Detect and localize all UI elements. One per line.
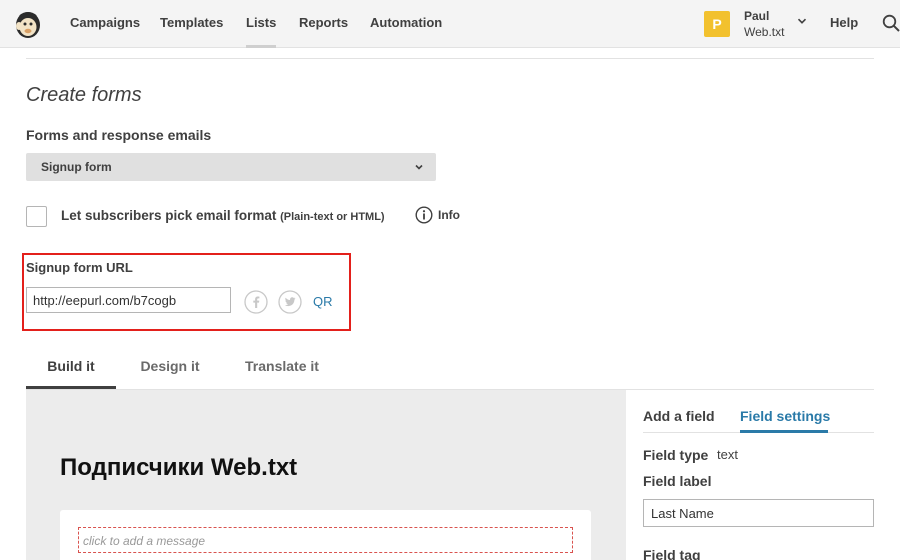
builder-tabs: Build it Design it Translate it xyxy=(26,348,874,390)
twitter-icon[interactable] xyxy=(278,290,302,314)
facebook-icon[interactable] xyxy=(244,290,268,314)
chevron-down-icon xyxy=(415,164,423,170)
add-message-field[interactable]: click to add a message xyxy=(78,527,573,553)
forms-label: Forms and response emails xyxy=(26,127,212,143)
field-tag-label: Field tag xyxy=(643,547,701,560)
avatar: P xyxy=(704,11,730,37)
nav-reports[interactable]: Reports xyxy=(299,0,348,48)
nav-templates[interactable]: Templates xyxy=(160,0,223,48)
nav-campaigns[interactable]: Campaigns xyxy=(70,0,140,48)
field-label-input[interactable] xyxy=(643,499,874,527)
tab-field-settings[interactable]: Field settings xyxy=(740,408,830,424)
user-name: Paul xyxy=(744,9,770,23)
mailchimp-logo[interactable] xyxy=(12,8,44,40)
nav-lists[interactable]: Lists xyxy=(246,0,277,48)
form-type-select-value: Signup form xyxy=(41,160,112,174)
user-organization: Web.txt xyxy=(744,25,785,39)
tab-build-it[interactable]: Build it xyxy=(26,348,116,389)
search-icon[interactable] xyxy=(882,14,900,32)
divider xyxy=(26,58,874,59)
form-header-title[interactable]: Подписчики Web.txt xyxy=(60,454,297,482)
page-title: Create forms xyxy=(26,84,142,106)
info-link[interactable]: Info xyxy=(438,208,460,222)
form-card: click to add a message xyxy=(60,510,591,560)
email-format-hint: (Plain-text or HTML) xyxy=(280,211,385,223)
email-format-text: Let subscribers pick email format xyxy=(61,208,277,223)
qr-link[interactable]: QR xyxy=(313,294,333,309)
signup-url-field[interactable] xyxy=(26,287,231,313)
form-type-select[interactable]: Signup form xyxy=(26,153,436,181)
chevron-down-icon xyxy=(797,18,807,24)
help-link[interactable]: Help xyxy=(830,0,858,48)
tab-add-a-field[interactable]: Add a field xyxy=(643,408,715,424)
field-type-value: text xyxy=(717,447,738,462)
info-icon[interactable] xyxy=(415,206,433,224)
tab-design-it[interactable]: Design it xyxy=(126,348,214,389)
field-label-label: Field label xyxy=(643,473,712,489)
active-tab-indicator xyxy=(740,430,828,433)
tab-translate-it[interactable]: Translate it xyxy=(232,348,332,389)
top-navigation: Campaigns Templates Lists Reports Automa… xyxy=(0,0,900,48)
field-type-label: Field type xyxy=(643,447,709,463)
form-preview: Подписчики Web.txt click to add a messag… xyxy=(26,390,626,560)
email-format-label: Let subscribers pick email format (Plain… xyxy=(61,208,385,223)
signup-url-label: Signup form URL xyxy=(26,260,133,275)
email-format-checkbox[interactable] xyxy=(26,206,47,227)
nav-automation[interactable]: Automation xyxy=(370,0,442,48)
